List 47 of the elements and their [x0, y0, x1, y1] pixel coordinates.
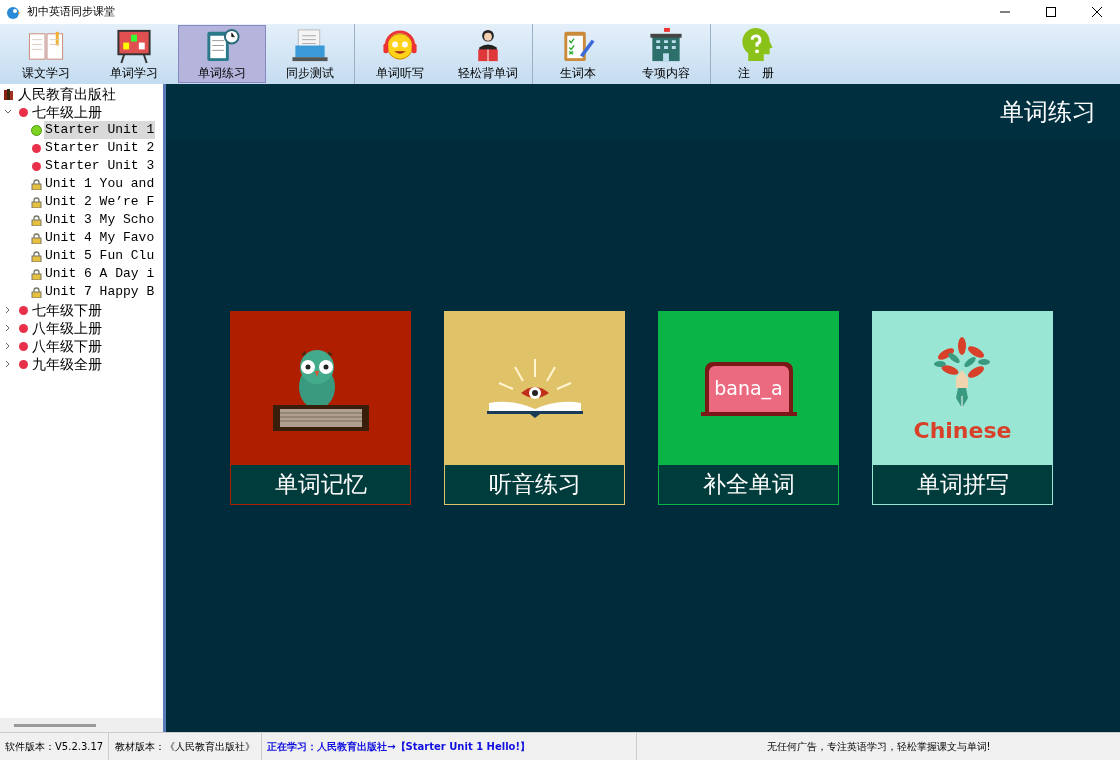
slogan-text: 无任何广告，专注英语学习，轻松掌握课文与单词!: [765, 740, 992, 754]
tree-item[interactable]: Unit 7 Happy B: [44, 283, 156, 301]
expand-chevron-icon[interactable]: [4, 360, 12, 368]
toolbar-button[interactable]: 课文学习: [2, 25, 90, 83]
bird-logo-icon: [5, 4, 21, 20]
tree-item[interactable]: Starter Unit 1: [44, 121, 156, 139]
tree-item[interactable]: Unit 5 Fun Clu: [44, 247, 156, 265]
window-title: 初中英语同步课堂: [27, 3, 115, 20]
expand-chevron-icon[interactable]: [4, 306, 12, 314]
toolbar-button[interactable]: 单词学习: [90, 25, 178, 83]
tree-item[interactable]: 八年级上册: [32, 319, 102, 337]
tree-item[interactable]: Starter Unit 3: [44, 157, 156, 175]
textbook-version: 教材版本：《人民教育出版社》: [109, 733, 263, 760]
tree-item[interactable]: Unit 2 We’re F: [44, 193, 156, 211]
expand-chevron-icon[interactable]: [4, 342, 12, 350]
books-icon: [3, 88, 15, 100]
practice-card[interactable]: bana_a 补全单词: [658, 311, 839, 505]
maximize-icon[interactable]: [1046, 7, 1056, 17]
close-icon[interactable]: [1092, 7, 1102, 17]
tree-item[interactable]: Unit 3 My Scho: [44, 211, 156, 229]
toolbar-button[interactable]: 注 册: [712, 25, 800, 83]
toolbar-button[interactable]: 轻松背单词: [444, 25, 532, 83]
toolbar-button[interactable]: 生词本: [534, 25, 622, 83]
toolbar-button[interactable]: 单词练习: [178, 25, 266, 83]
tree-item[interactable]: 七年级上册: [32, 103, 102, 121]
studying-status: 正在学习：人民教育出版社→【Starter Unit 1 Hello!】: [262, 733, 638, 760]
practice-card[interactable]: 听音练习: [444, 311, 625, 505]
tree-item[interactable]: Unit 6 A Day i: [44, 265, 156, 283]
toolbar-button[interactable]: 单词听写: [356, 25, 444, 83]
tree-item[interactable]: 九年级全册: [32, 355, 102, 373]
horizontal-scrollbar[interactable]: [0, 718, 163, 732]
practice-card[interactable]: Chinese 单词拼写: [872, 311, 1053, 505]
tree-item[interactable]: 八年级下册: [32, 337, 102, 355]
tree-item[interactable]: Starter Unit 2: [44, 139, 156, 157]
software-version: 软件版本：V5.2.3.17: [0, 733, 110, 760]
toolbar-button[interactable]: 同步测试: [266, 25, 354, 83]
page-title: 单词练习: [1000, 96, 1096, 128]
logo-text: Chinese: [913, 419, 1012, 442]
tree-item[interactable]: 人民教育出版社: [18, 85, 116, 103]
practice-card[interactable]: 单词记忆: [230, 311, 411, 505]
toolbar-button[interactable]: 专项内容: [622, 25, 710, 83]
tree-item[interactable]: 七年级下册: [32, 301, 102, 319]
tree-item[interactable]: Unit 4 My Favo: [44, 229, 156, 247]
tree-item[interactable]: Unit 1 You and: [44, 175, 156, 193]
collapse-chevron-icon[interactable]: [4, 108, 12, 116]
chalkboard-word-drawing: bana_a: [700, 361, 797, 416]
expand-chevron-icon[interactable]: [4, 324, 12, 332]
